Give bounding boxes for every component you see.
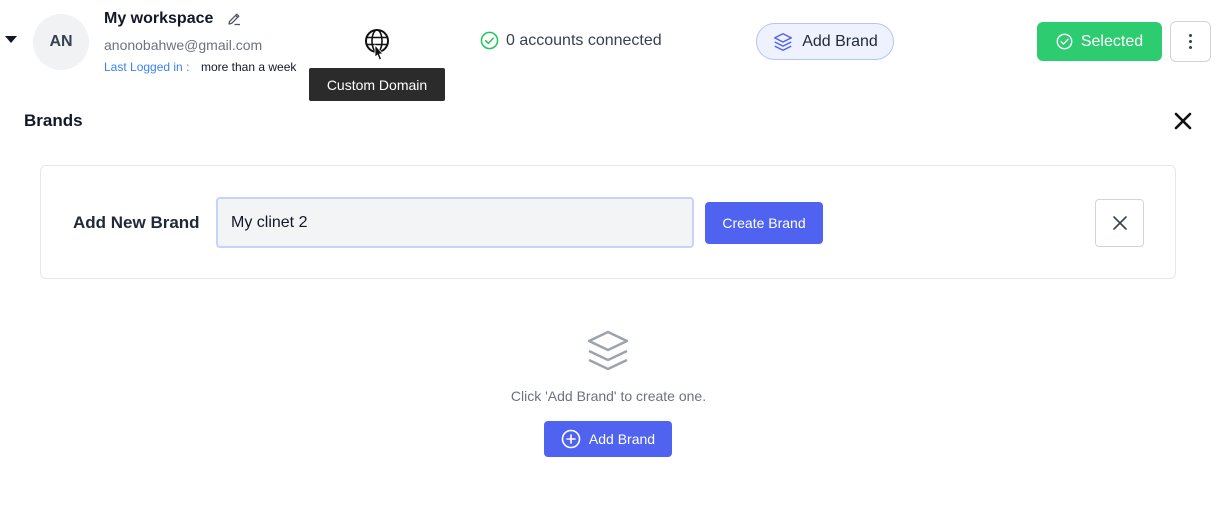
accounts-connected-text: 0 accounts connected — [506, 31, 662, 49]
more-vertical-icon — [1189, 34, 1192, 37]
workspace-email: anonobahwe@gmail.com — [104, 37, 263, 53]
accounts-connected: 0 accounts connected — [480, 31, 662, 50]
plus-circle-icon — [561, 429, 581, 449]
custom-domain-tooltip: Custom Domain — [309, 68, 445, 101]
layers-icon — [587, 330, 629, 371]
create-brand-button[interactable]: Create Brand — [705, 202, 823, 244]
empty-state-text: Click 'Add Brand' to create one. — [510, 388, 707, 404]
add-new-brand-label: Add New Brand — [73, 213, 200, 232]
globe-icon[interactable] — [364, 28, 392, 62]
brands-title: Brands — [24, 111, 83, 130]
brand-name-input[interactable] — [216, 197, 694, 248]
check-circle-icon — [1056, 33, 1073, 50]
selected-button[interactable]: Selected — [1037, 22, 1162, 61]
layers-icon — [774, 32, 793, 51]
selected-button-label: Selected — [1080, 32, 1144, 50]
add-brand-button[interactable]: Add Brand — [756, 23, 894, 60]
avatar: AN — [33, 14, 89, 70]
workspace-row: AN My workspace anonobahwe@gmail.com Las… — [0, 0, 1217, 101]
workspace-name: My workspace — [104, 10, 214, 27]
check-circle-icon — [480, 31, 499, 50]
cancel-form-button[interactable] — [1095, 199, 1144, 247]
last-logged-label: Last Logged in : — [104, 60, 190, 74]
add-brand-empty-button[interactable]: Add Brand — [544, 421, 672, 457]
close-icon[interactable] — [1172, 110, 1194, 132]
add-brand-empty-label: Add Brand — [588, 431, 656, 447]
chevron-down-icon[interactable] — [5, 36, 17, 43]
add-brand-button-label: Add Brand — [802, 32, 878, 50]
close-icon — [1112, 216, 1127, 230]
add-brand-form: Add New Brand Create Brand — [40, 165, 1176, 279]
edit-icon[interactable] — [226, 11, 242, 27]
more-options-button[interactable] — [1170, 21, 1211, 62]
last-logged-value: more than a week — [201, 60, 297, 74]
